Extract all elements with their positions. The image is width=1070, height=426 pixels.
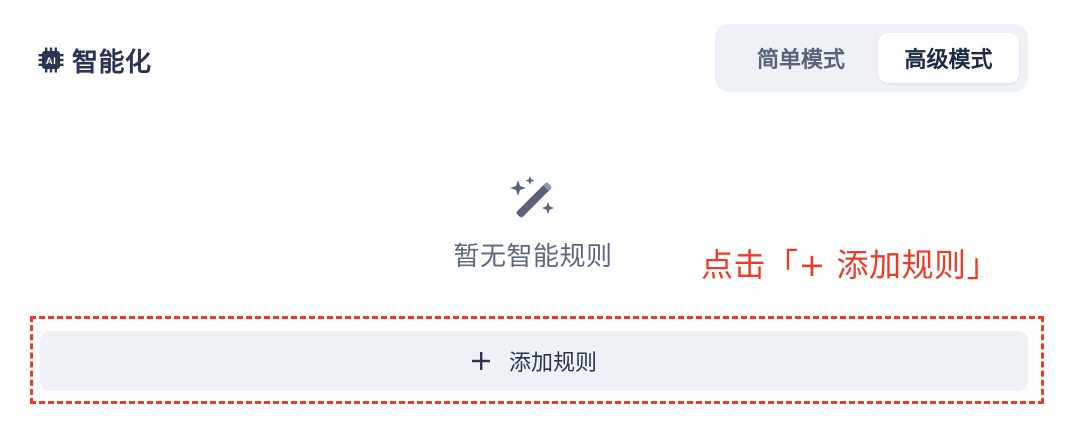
section-title: 智能化 [72,47,152,78]
add-rule-label: 添加规则 [508,351,597,376]
plus-icon [471,352,490,370]
svg-text:AI: AI [46,56,57,67]
section-header: AI 智能化 [38,40,152,80]
annotation-label: 点击「+ 添加规则」 [701,246,999,284]
empty-state-text: 暂无智能规则 [453,242,613,272]
magic-wand-icon [510,176,554,218]
ai-chip-icon: AI [38,47,64,73]
simple-mode-button[interactable]: 简单模式 [724,33,878,83]
advanced-mode-button[interactable]: 高级模式 [878,33,1019,83]
smart-rules-panel: AI 智能化 简单模式 高级模式 暂无智能规则 点击「+ 添加规则」 添加规则 [0,0,1070,426]
mode-switch: 简单模式 高级模式 [715,24,1028,92]
add-rule-button[interactable]: 添加规则 [40,331,1028,391]
